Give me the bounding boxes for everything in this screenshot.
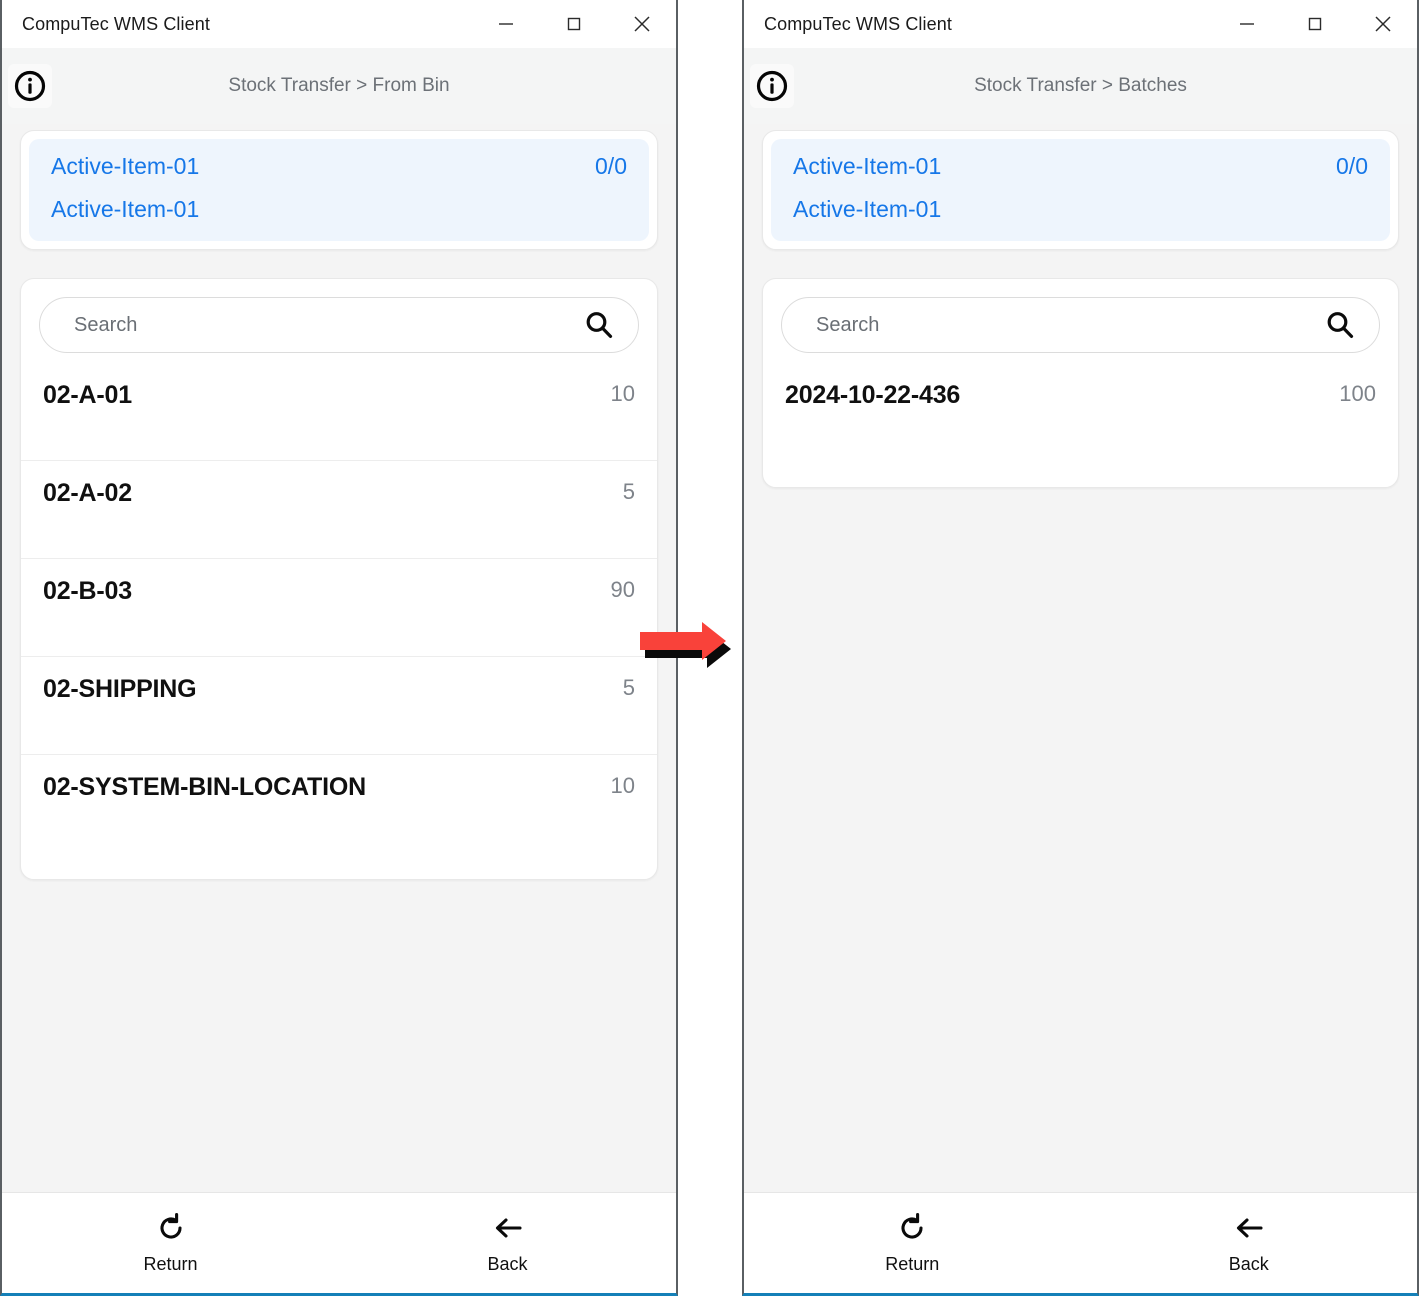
selected-item-quantity: 0/0 xyxy=(1336,153,1368,179)
table-row[interactable]: 02-SYSTEM-BIN-LOCATION 10 xyxy=(21,755,657,853)
selected-item-quantity: 0/0 xyxy=(595,153,627,179)
table-row[interactable]: 02-A-01 10 xyxy=(21,363,657,461)
search-input[interactable] xyxy=(40,298,638,352)
selected-item-primary-row: Active-Item-01 0/0 xyxy=(793,153,1368,180)
breadcrumb: Stock Transfer > Batches xyxy=(974,75,1187,96)
search-icon[interactable] xyxy=(582,308,616,342)
row-label: 02-A-02 xyxy=(43,479,132,507)
arrow-left-icon xyxy=(491,1211,525,1250)
titlebar-right: CompuTec WMS Client xyxy=(744,0,1417,48)
selected-item-code: Active-Item-01 xyxy=(793,153,942,179)
selected-item-primary-row: Active-Item-01 0/0 xyxy=(51,153,627,180)
search-input[interactable] xyxy=(782,298,1379,352)
screenshot-stage: CompuTec WMS Client Stock Transfer > Fro… xyxy=(0,0,1419,1296)
window-controls-right xyxy=(1213,0,1417,48)
table-row[interactable]: 02-B-03 90 xyxy=(21,559,657,657)
close-button[interactable] xyxy=(1349,0,1417,48)
refresh-icon xyxy=(895,1211,929,1250)
table-row[interactable]: 2024-10-22-436 100 xyxy=(763,363,1398,461)
selected-item-card-inner: Active-Item-01 0/0 Active-Item-01 xyxy=(771,139,1390,241)
window-controls-left xyxy=(472,0,676,48)
breadcrumb-bar-right: Stock Transfer > Batches xyxy=(744,48,1417,124)
search-icon[interactable] xyxy=(1323,308,1357,342)
content-area-left: Active-Item-01 0/0 Active-Item-01 Search… xyxy=(2,124,676,1192)
batch-list-rows: 2024-10-22-436 100 xyxy=(763,363,1398,461)
selected-item-card[interactable]: Active-Item-01 0/0 Active-Item-01 xyxy=(762,130,1399,250)
window-title: CompuTec WMS Client xyxy=(764,13,952,34)
wms-window-from-bin: CompuTec WMS Client Stock Transfer > Fro… xyxy=(0,0,678,1296)
breadcrumb-bar-left: Stock Transfer > From Bin xyxy=(2,48,676,124)
row-quantity: 5 xyxy=(622,479,635,504)
maximize-button[interactable] xyxy=(540,0,608,48)
minimize-button[interactable] xyxy=(472,0,540,48)
window-gap xyxy=(678,0,742,1296)
titlebar-left: CompuTec WMS Client xyxy=(2,0,676,48)
row-quantity: 90 xyxy=(610,577,635,602)
bottom-navigation-left: Return Back xyxy=(2,1192,676,1293)
back-label: Back xyxy=(487,1254,528,1274)
close-button[interactable] xyxy=(608,0,676,48)
row-label: 02-SHIPPING xyxy=(43,675,197,703)
search-box[interactable] xyxy=(39,297,639,353)
row-quantity: 10 xyxy=(610,381,635,406)
search-wrap-left xyxy=(39,297,639,353)
search-wrap-right xyxy=(781,297,1380,353)
back-button[interactable]: Back xyxy=(339,1211,676,1275)
table-row[interactable]: 02-SHIPPING 5 xyxy=(21,657,657,755)
back-label: Back xyxy=(1228,1254,1269,1274)
wms-window-batches: CompuTec WMS Client Stock Transfer > Bat… xyxy=(742,0,1419,1296)
info-icon[interactable] xyxy=(8,64,52,108)
arrow-left-icon xyxy=(1232,1211,1266,1250)
selected-item-card[interactable]: Active-Item-01 0/0 Active-Item-01 xyxy=(20,130,658,250)
selected-item-description: Active-Item-01 xyxy=(51,196,200,222)
content-area-right: Active-Item-01 0/0 Active-Item-01 Search… xyxy=(744,124,1417,1192)
row-label: 2024-10-22-436 xyxy=(785,381,961,409)
minimize-button[interactable] xyxy=(1213,0,1281,48)
row-quantity: 5 xyxy=(622,675,635,700)
bin-list-rows: 02-A-01 10 02-A-02 5 02-B-03 90 02-SHIPP… xyxy=(21,363,657,853)
selected-item-card-inner: Active-Item-01 0/0 Active-Item-01 xyxy=(29,139,649,241)
row-quantity: 10 xyxy=(610,773,635,798)
selected-item-secondary-row: Active-Item-01 xyxy=(793,196,1368,223)
info-icon[interactable] xyxy=(750,64,794,108)
selected-item-description: Active-Item-01 xyxy=(793,196,942,222)
maximize-button[interactable] xyxy=(1281,0,1349,48)
table-row[interactable]: 02-A-02 5 xyxy=(21,461,657,559)
breadcrumb: Stock Transfer > From Bin xyxy=(228,75,450,96)
bottom-navigation-right: Return Back xyxy=(744,1192,1417,1293)
return-button[interactable]: Return xyxy=(744,1211,1081,1275)
row-label: 02-B-03 xyxy=(43,577,132,605)
row-label: 02-A-01 xyxy=(43,381,132,409)
search-box[interactable] xyxy=(781,297,1380,353)
bin-list-card: 02-A-01 10 02-A-02 5 02-B-03 90 02-SHIPP… xyxy=(20,278,658,880)
selected-item-secondary-row: Active-Item-01 xyxy=(51,196,627,223)
window-title: CompuTec WMS Client xyxy=(22,13,210,34)
return-button[interactable]: Return xyxy=(2,1211,339,1275)
row-label: 02-SYSTEM-BIN-LOCATION xyxy=(43,773,366,801)
return-label: Return xyxy=(885,1254,940,1274)
row-quantity: 100 xyxy=(1339,381,1376,406)
refresh-icon xyxy=(154,1211,188,1250)
batch-list-card: 2024-10-22-436 100 xyxy=(762,278,1399,488)
back-button[interactable]: Back xyxy=(1081,1211,1418,1275)
selected-item-code: Active-Item-01 xyxy=(51,153,200,179)
return-label: Return xyxy=(143,1254,198,1274)
